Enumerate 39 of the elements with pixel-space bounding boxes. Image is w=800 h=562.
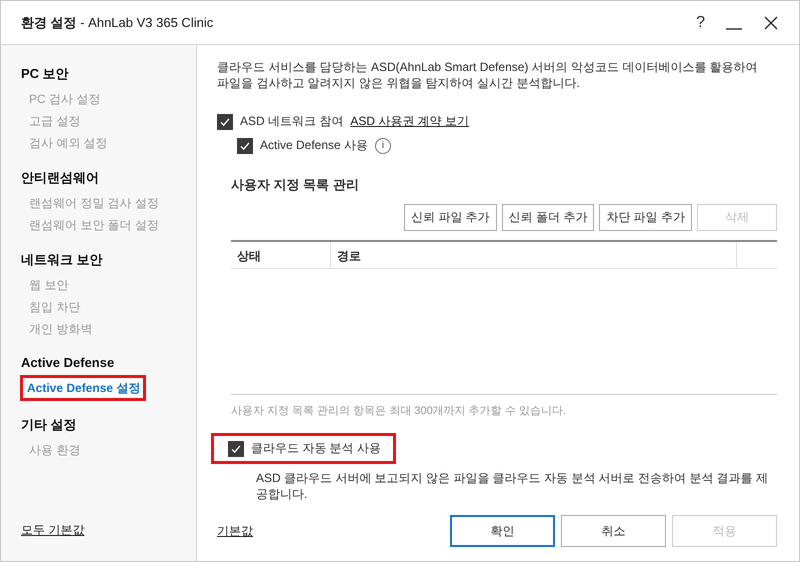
license-link[interactable]: ASD 사용권 계약 보기 bbox=[350, 113, 470, 130]
sidebar-item[interactable]: 사용 환경 bbox=[29, 441, 80, 459]
help-button[interactable]: ? bbox=[696, 14, 705, 32]
reset-all-link[interactable]: 모두 기본값 bbox=[21, 522, 196, 539]
list-button[interactable]: 신뢰 폴더 추가 bbox=[502, 204, 594, 231]
sidebar-item[interactable]: PC 검사 설정 bbox=[29, 90, 100, 108]
dialog-button[interactable]: 확인 bbox=[450, 515, 555, 547]
option-label: 클라우드 자동 분석 사용 bbox=[251, 440, 382, 457]
column-header: 상태 bbox=[231, 242, 331, 268]
option-label: Active Defense 사용 bbox=[260, 137, 368, 154]
sidebar-item[interactable]: 웹 보안 bbox=[29, 276, 68, 294]
sidebar-item[interactable]: 고급 설정 bbox=[29, 112, 80, 130]
list-button[interactable]: 차단 파일 추가 bbox=[599, 204, 692, 231]
checkbox[interactable] bbox=[217, 114, 233, 130]
list-button[interactable]: 신뢰 파일 추가 bbox=[404, 204, 497, 231]
description-text: 클라우드 서비스를 담당하는 ASD(AhnLab Smart Defense) 서버의 악성코드 데이터베이스를 활용하여 파일을 검사하고 알려지지 않은 위협을 탐지하여 실시간 분석합니다. bbox=[217, 59, 759, 91]
section-title: 사용자 지정 목록 관리 bbox=[231, 176, 360, 194]
sidebar-item[interactable]: 개인 방화벽 bbox=[29, 320, 92, 338]
option-description: ASD 클라우드 서버에 보고되지 않은 파일을 클라우드 자동 분석 서버로 전송하여 분석 결과를 제공합니다. bbox=[256, 470, 770, 502]
sidebar-item[interactable]: 랜섬웨어 보안 폴더 설정 bbox=[29, 216, 160, 234]
checkbox[interactable] bbox=[228, 440, 244, 456]
sidebar-item[interactable]: 침입 차단 bbox=[29, 298, 80, 316]
default-link[interactable]: 기본값 bbox=[217, 522, 253, 540]
sidebar-heading: PC 보안 bbox=[21, 65, 69, 83]
sidebar-item[interactable]: Active Defense 설정 bbox=[27, 379, 140, 397]
window-title: 환경 설정 - AhnLab V3 365 Clinic bbox=[21, 14, 214, 32]
info-icon[interactable]: i bbox=[375, 138, 392, 154]
option-label: ASD 네트워크 참여 bbox=[240, 113, 344, 130]
sidebar-heading: 기타 설정 bbox=[21, 416, 77, 434]
column-header: 경로 bbox=[331, 242, 737, 268]
sidebar-item[interactable]: 검사 예외 설정 bbox=[29, 134, 108, 152]
dialog-button[interactable]: 취소 bbox=[561, 515, 666, 547]
sidebar-heading: 네트워크 보안 bbox=[21, 251, 103, 269]
sidebar-heading: 안티랜섬웨어 bbox=[21, 169, 99, 187]
close-icon[interactable] bbox=[763, 14, 779, 30]
note-text: 사용자 지정 목록 관리의 항목은 최대 300개까지 추가할 수 있습니다. bbox=[231, 404, 567, 418]
sidebar-item[interactable]: 랜섬웨어 정밀 검사 설정 bbox=[29, 194, 160, 212]
sidebar-heading: Active Defense bbox=[21, 355, 114, 370]
checkbox[interactable] bbox=[237, 138, 253, 154]
